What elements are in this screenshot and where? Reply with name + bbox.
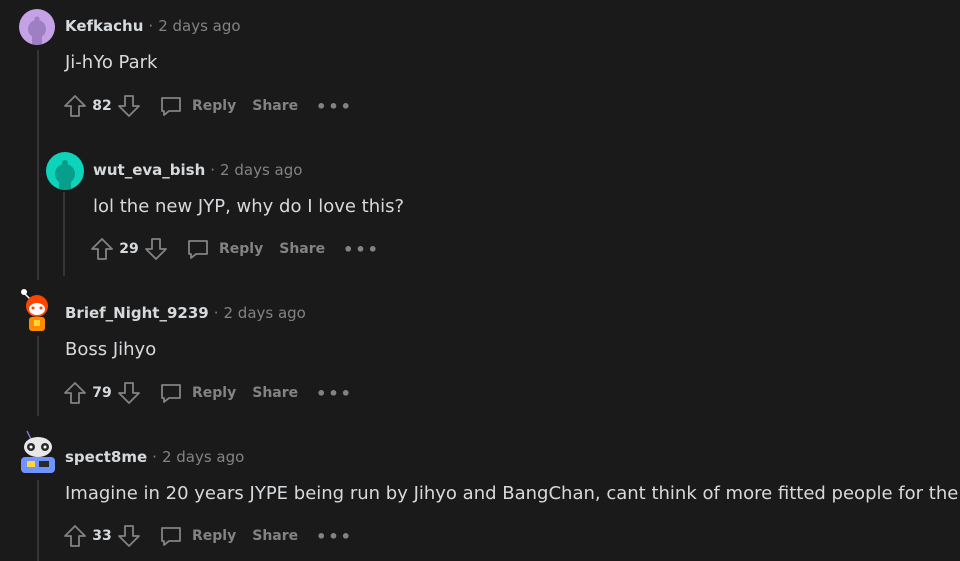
comment-actions: 79 Reply Share ••• <box>62 378 353 408</box>
downvote-arrow-icon <box>145 238 167 260</box>
share-label: Share <box>252 528 299 544</box>
comment-author[interactable]: wut_eva_bish <box>93 161 205 179</box>
share-button[interactable]: Share <box>279 241 325 257</box>
downvote-button[interactable] <box>116 93 142 119</box>
reply-label: Reply <box>192 385 237 401</box>
upvote-arrow-icon <box>64 382 86 404</box>
vote-count: 82 <box>92 98 112 114</box>
comment-actions: 33 Reply Share ••• <box>62 521 353 551</box>
comment-body: Ji-hYo Park <box>65 52 158 73</box>
ellipsis-icon[interactable]: ••• <box>343 240 380 259</box>
share-label: Share <box>279 241 326 257</box>
thread-line[interactable] <box>37 480 39 561</box>
reply-label: Reply <box>219 241 264 257</box>
upvote-arrow-icon <box>64 525 86 547</box>
speech-bubble-icon <box>161 527 181 546</box>
reply-button[interactable]: Reply <box>158 380 236 406</box>
downvote-button[interactable] <box>116 523 142 549</box>
speech-bubble-icon <box>188 240 208 259</box>
avatar[interactable] <box>46 152 84 190</box>
comment-author[interactable]: spect8me <box>65 448 147 466</box>
snoo-avatar-icon <box>21 289 48 331</box>
upvote-arrow-icon <box>64 95 86 117</box>
comment-author[interactable]: Kefkachu <box>65 17 143 35</box>
comment-timestamp[interactable]: 2 days ago <box>158 17 240 35</box>
speech-bubble-icon <box>161 384 181 403</box>
snoo-avatar-icon <box>28 16 46 45</box>
comment-body: Boss Jihyo <box>65 339 157 360</box>
thread-line[interactable] <box>37 336 39 416</box>
comment-author[interactable]: Brief_Night_9239 <box>65 304 209 322</box>
snoo-avatar-icon <box>21 430 55 473</box>
comment-actions: 82 Reply Share ••• <box>62 91 353 121</box>
vote-count: 29 <box>119 241 139 257</box>
share-button[interactable]: Share <box>252 528 298 544</box>
share-button[interactable]: Share <box>252 385 298 401</box>
ellipsis-icon[interactable]: ••• <box>316 97 353 116</box>
comment-actions: 29 Reply Share ••• <box>89 234 380 264</box>
upvote-button[interactable] <box>62 93 88 119</box>
meta-separator: · <box>148 17 154 35</box>
vote-count: 79 <box>92 385 112 401</box>
reply-label: Reply <box>192 528 237 544</box>
downvote-arrow-icon <box>118 525 140 547</box>
share-label: Share <box>252 385 299 401</box>
meta-separator: · <box>213 304 219 322</box>
comment-body: lol the new JYP, why do I love this? <box>93 196 405 217</box>
snoo-avatar-icon <box>55 160 75 190</box>
downvote-arrow-icon <box>118 95 140 117</box>
reply-label: Reply <box>192 98 237 114</box>
share-button[interactable]: Share <box>252 98 298 114</box>
downvote-arrow-icon <box>118 382 140 404</box>
speech-bubble-icon <box>161 97 181 116</box>
avatar[interactable] <box>17 429 59 477</box>
meta-separator: · <box>152 448 157 466</box>
reply-button[interactable]: Reply <box>185 236 263 262</box>
reply-button[interactable]: Reply <box>158 93 236 119</box>
meta-separator: · <box>210 161 216 179</box>
upvote-button[interactable] <box>62 380 88 406</box>
comment-timestamp[interactable]: 2 days ago <box>162 448 244 466</box>
upvote-button[interactable] <box>62 523 88 549</box>
reply-button[interactable]: Reply <box>158 523 236 549</box>
share-label: Share <box>252 98 299 114</box>
comment-timestamp[interactable]: 2 days ago <box>220 161 302 179</box>
thread-line[interactable] <box>37 50 39 280</box>
upvote-arrow-icon <box>91 238 113 260</box>
comment-thread: Kefkachu · 2 days ago Ji-hYo Park 82 Reply… <box>0 0 960 561</box>
avatar[interactable] <box>17 286 57 334</box>
thread-line[interactable] <box>63 192 65 276</box>
vote-count: 33 <box>92 528 112 544</box>
downvote-button[interactable] <box>143 236 169 262</box>
upvote-button[interactable] <box>89 236 115 262</box>
downvote-button[interactable] <box>116 380 142 406</box>
ellipsis-icon[interactable]: ••• <box>316 527 353 546</box>
comment-timestamp[interactable]: 2 days ago <box>223 304 305 322</box>
avatar[interactable] <box>19 9 55 45</box>
comment-body: Imagine in 20 years JYPE being run by Ji… <box>65 483 960 504</box>
ellipsis-icon[interactable]: ••• <box>316 384 353 403</box>
